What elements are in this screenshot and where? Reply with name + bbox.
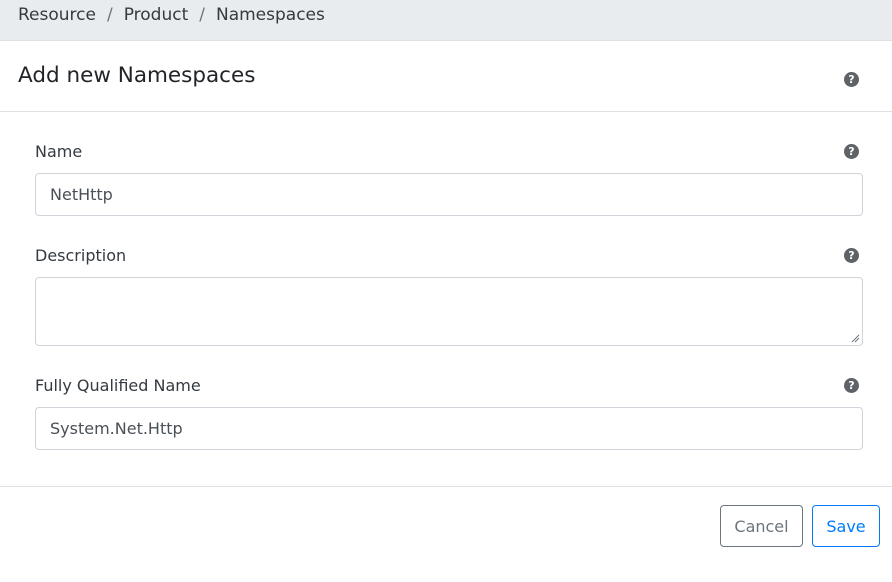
breadcrumb-separator: / — [199, 5, 205, 25]
card-header: Add new Namespaces ? — [0, 41, 892, 112]
name-input[interactable]: NetHttp — [35, 173, 863, 216]
fully-qualified-name-label: Fully Qualified Name — [35, 376, 201, 395]
breadcrumb-item-namespaces: Namespaces — [215, 5, 325, 25]
breadcrumb: Resource / Product / Namespaces — [0, 0, 892, 41]
breadcrumb-item-product[interactable]: Product — [124, 5, 189, 25]
question-circle-icon[interactable]: ? — [844, 378, 859, 393]
page-title: Add new Namespaces — [18, 63, 256, 88]
breadcrumb-item-resource[interactable]: Resource — [18, 5, 96, 25]
cancel-button[interactable]: Cancel — [720, 505, 803, 547]
question-circle-icon[interactable]: ? — [844, 248, 859, 263]
name-input-value: NetHttp — [50, 185, 113, 204]
description-label: Description — [35, 246, 127, 265]
resize-grip-icon[interactable] — [851, 334, 860, 343]
fully-qualified-name-value: System.Net.Http — [50, 419, 183, 438]
question-circle-icon[interactable]: ? — [844, 72, 859, 87]
save-button[interactable]: Save — [812, 505, 880, 547]
footer-divider — [0, 486, 892, 487]
breadcrumb-separator: / — [106, 5, 113, 25]
fully-qualified-name-input[interactable]: System.Net.Http — [35, 407, 863, 450]
question-circle-icon[interactable]: ? — [844, 144, 859, 159]
description-textarea[interactable] — [35, 277, 863, 346]
name-label: Name — [35, 142, 83, 161]
